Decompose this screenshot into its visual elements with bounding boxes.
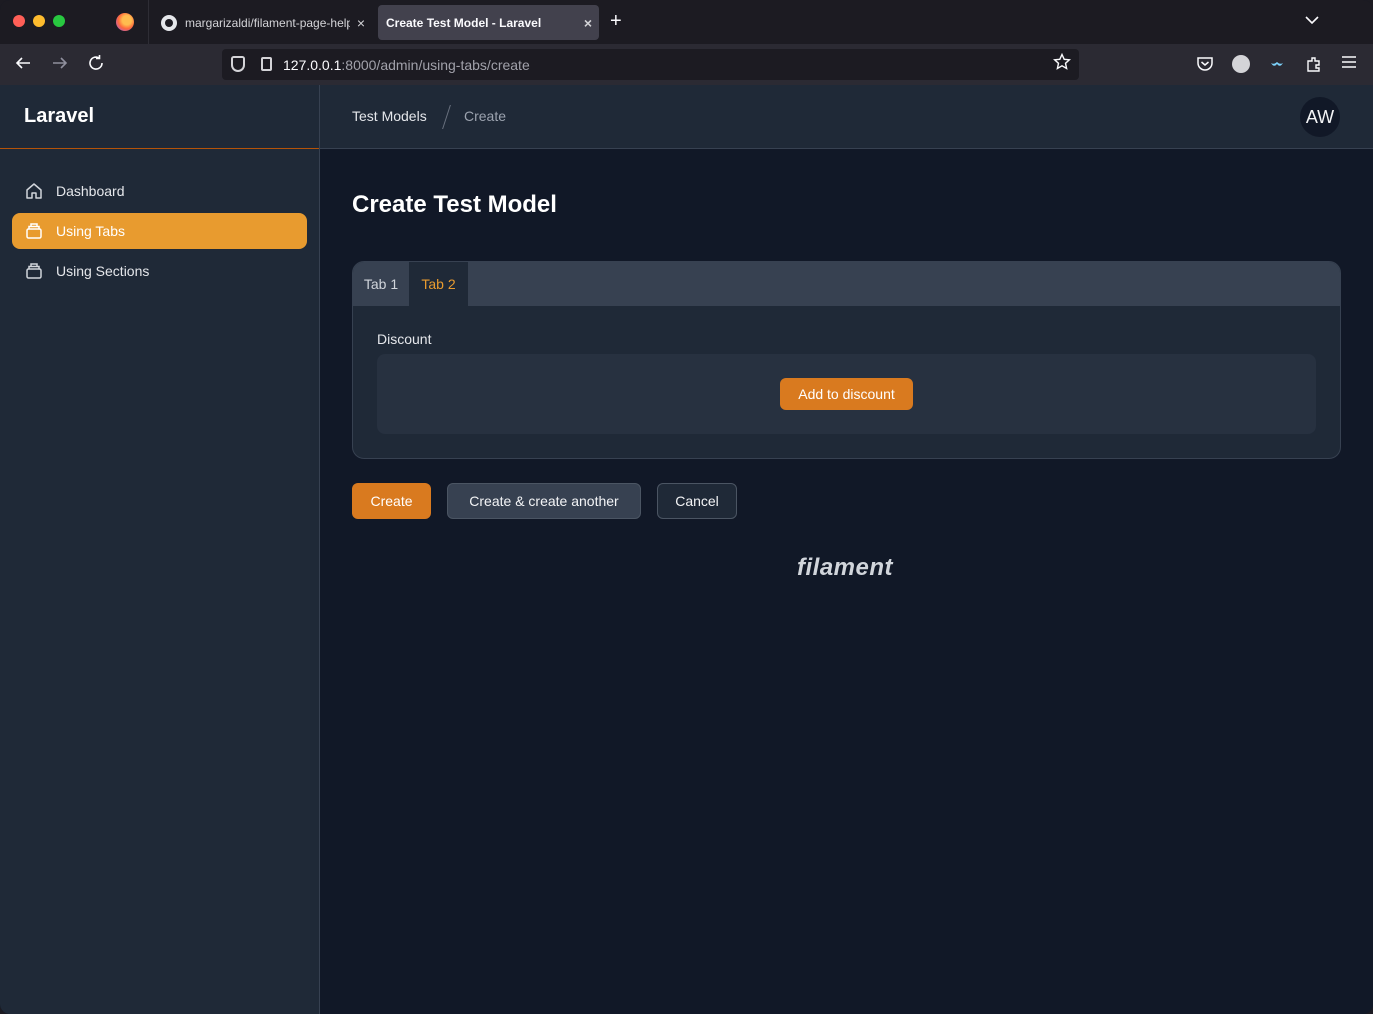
tab-separator (148, 0, 149, 44)
sidebar: Laravel Dashboard Using Tabs Using Secti… (0, 85, 320, 1014)
collection-icon (24, 221, 44, 241)
reload-icon[interactable] (87, 54, 105, 76)
breadcrumb-test-models[interactable]: Test Models (352, 108, 427, 124)
extension-icon[interactable] (1268, 55, 1286, 78)
breadcrumb-separator (442, 105, 451, 129)
tabs-header: Tab 1 Tab 2 (353, 262, 1340, 306)
window-minimize-button[interactable] (33, 15, 45, 27)
sidebar-item-label: Using Sections (56, 263, 150, 279)
tab-close-icon[interactable]: × (350, 15, 372, 31)
github-icon (161, 14, 177, 31)
sidebar-item-label: Dashboard (56, 183, 125, 199)
window-close-button[interactable] (13, 15, 25, 27)
extension-icon[interactable] (1232, 55, 1250, 73)
home-icon (24, 181, 44, 201)
collection-icon (24, 261, 44, 281)
tab-1[interactable]: Tab 1 (353, 262, 409, 306)
cancel-button[interactable]: Cancel (657, 483, 737, 519)
browser-window: margarizaldi/filament-page-help × Create… (0, 0, 1373, 1014)
extensions-puzzle-icon[interactable] (1305, 55, 1323, 78)
browser-tab-active[interactable]: Create Test Model - Laravel × (378, 5, 599, 40)
bookmark-star-icon[interactable] (1052, 52, 1072, 76)
browser-tab-strip: margarizaldi/filament-page-help × Create… (0, 0, 1373, 44)
sidebar-item-dashboard[interactable]: Dashboard (12, 173, 307, 209)
tab-2[interactable]: Tab 2 (409, 262, 468, 306)
back-arrow-icon[interactable] (14, 54, 32, 76)
url-path: :8000/admin/using-tabs/create (341, 57, 530, 73)
page-title: Create Test Model (352, 191, 557, 218)
list-all-tabs-icon[interactable] (1305, 12, 1319, 28)
browser-tab-title: margarizaldi/filament-page-help (185, 15, 350, 30)
tab-close-icon[interactable]: × (577, 15, 599, 31)
url-text[interactable]: 127.0.0.1:8000/admin/using-tabs/create (283, 57, 530, 73)
create-another-button[interactable]: Create & create another (447, 483, 641, 519)
firefox-view-icon[interactable] (116, 13, 134, 31)
sidebar-item-using-sections[interactable]: Using Sections (12, 253, 307, 289)
brand-area: Laravel (0, 85, 319, 149)
add-to-discount-button[interactable]: Add to discount (780, 378, 913, 410)
browser-toolbar: 127.0.0.1:8000/admin/using-tabs/create (0, 44, 1373, 85)
window-zoom-button[interactable] (53, 15, 65, 27)
brand-logo[interactable]: Laravel (24, 105, 94, 128)
breadcrumb-create: Create (464, 108, 507, 124)
browser-tab-github[interactable]: margarizaldi/filament-page-help × (154, 5, 372, 40)
main-content: Create Test Model Tab 1 Tab 2 Discount A… (320, 149, 1373, 1014)
pocket-icon[interactable] (1196, 55, 1214, 78)
address-bar[interactable]: 127.0.0.1:8000/admin/using-tabs/create (222, 49, 1079, 80)
discount-repeater: Add to discount (377, 354, 1316, 434)
topbar: Test Models Create AW (320, 85, 1373, 149)
user-avatar[interactable]: AW (1300, 97, 1340, 137)
hamburger-menu-icon[interactable] (1341, 55, 1357, 74)
sidebar-item-using-tabs[interactable]: Using Tabs (12, 213, 307, 249)
tabs-card: Tab 1 Tab 2 Discount Add to discount (352, 261, 1341, 459)
sidebar-item-label: Using Tabs (56, 223, 126, 239)
forward-arrow-icon[interactable] (51, 54, 69, 76)
discount-label: Discount (377, 331, 432, 347)
browser-tab-title: Create Test Model - Laravel (386, 15, 542, 30)
new-tab-icon[interactable]: + (610, 10, 622, 32)
tracking-protection-shield-icon[interactable] (231, 56, 245, 72)
url-host: 127.0.0.1 (283, 57, 342, 73)
page-info-icon[interactable] (261, 57, 272, 71)
admin-app: Laravel Dashboard Using Tabs Using Secti… (0, 85, 1373, 1014)
filament-logo[interactable]: filament (797, 554, 893, 582)
create-button[interactable]: Create (352, 483, 431, 519)
